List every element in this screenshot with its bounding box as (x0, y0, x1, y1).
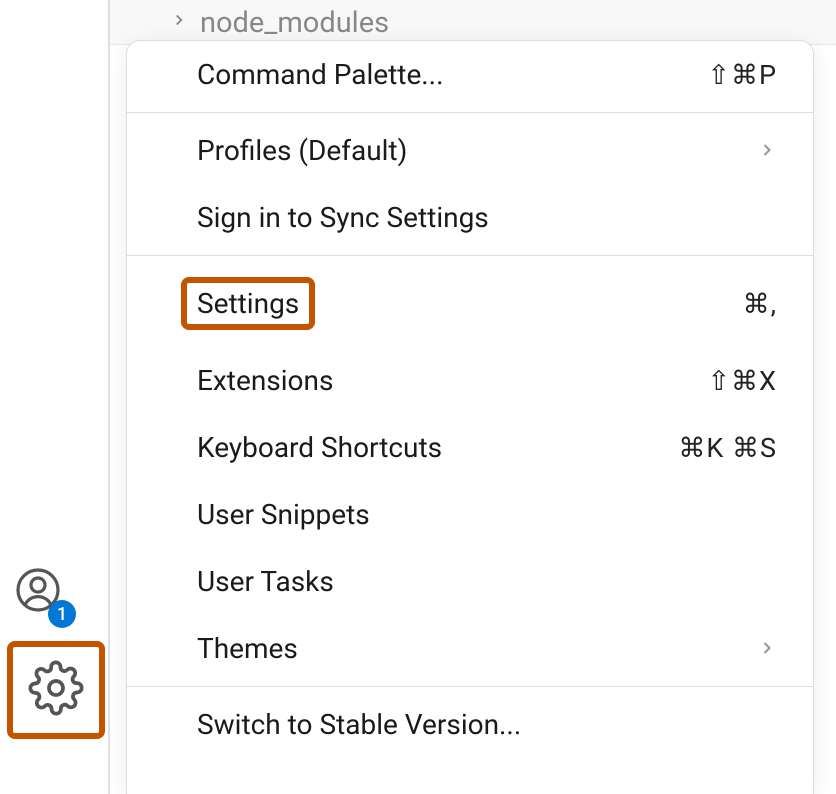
folder-row[interactable]: node_modules (110, 0, 836, 45)
menu-label: Sign in to Sync Settings (197, 201, 489, 234)
menu-item-themes[interactable]: Themes (127, 615, 813, 682)
menu-label: Switch to Stable Version... (197, 708, 521, 741)
menu-item-switch-version[interactable]: Switch to Stable Version... (127, 691, 813, 758)
gear-icon (28, 660, 84, 716)
menu-item-settings[interactable]: Settings ⌘, (127, 260, 813, 347)
activity-bar: 1 (0, 0, 110, 794)
menu-label: Profiles (Default) (197, 134, 407, 167)
menu-shortcut: ⇧⌘X (707, 365, 777, 397)
chevron-right-icon (170, 10, 188, 35)
menu-label: User Tasks (197, 565, 334, 598)
manage-button[interactable] (28, 660, 84, 720)
menu-label: Themes (197, 632, 298, 665)
menu-separator (127, 686, 813, 687)
explorer-area: node_modules (110, 0, 836, 45)
menu-label: User Snippets (197, 498, 370, 531)
menu-item-extensions[interactable]: Extensions ⇧⌘X (127, 347, 813, 414)
menu-item-user-snippets[interactable]: User Snippets (127, 481, 813, 548)
menu-item-keyboard-shortcuts[interactable]: Keyboard Shortcuts ⌘K ⌘S (127, 414, 813, 481)
menu-shortcut: ⌘K ⌘S (678, 432, 777, 464)
menu-label: Command Palette... (197, 58, 443, 91)
menu-separator (127, 112, 813, 113)
menu-shortcut: ⇧⌘P (707, 59, 777, 91)
menu-label: Extensions (197, 364, 333, 397)
manage-context-menu: Command Palette... ⇧⌘P Profiles (Default… (126, 40, 814, 794)
accounts-badge: 1 (48, 600, 76, 628)
menu-item-sign-in-sync[interactable]: Sign in to Sync Settings (127, 184, 813, 251)
menu-separator (127, 255, 813, 256)
accounts-button[interactable]: 1 (14, 566, 72, 624)
chevron-right-icon (757, 632, 777, 665)
menu-label: Keyboard Shortcuts (197, 431, 442, 464)
chevron-right-icon (757, 134, 777, 167)
menu-label: Settings (197, 287, 299, 320)
menu-item-command-palette[interactable]: Command Palette... ⇧⌘P (127, 41, 813, 108)
manage-button-highlight (7, 641, 105, 739)
menu-shortcut: ⌘, (743, 288, 777, 320)
settings-highlight: Settings (181, 277, 315, 330)
folder-name: node_modules (200, 6, 389, 40)
menu-item-user-tasks[interactable]: User Tasks (127, 548, 813, 615)
menu-item-profiles[interactable]: Profiles (Default) (127, 117, 813, 184)
